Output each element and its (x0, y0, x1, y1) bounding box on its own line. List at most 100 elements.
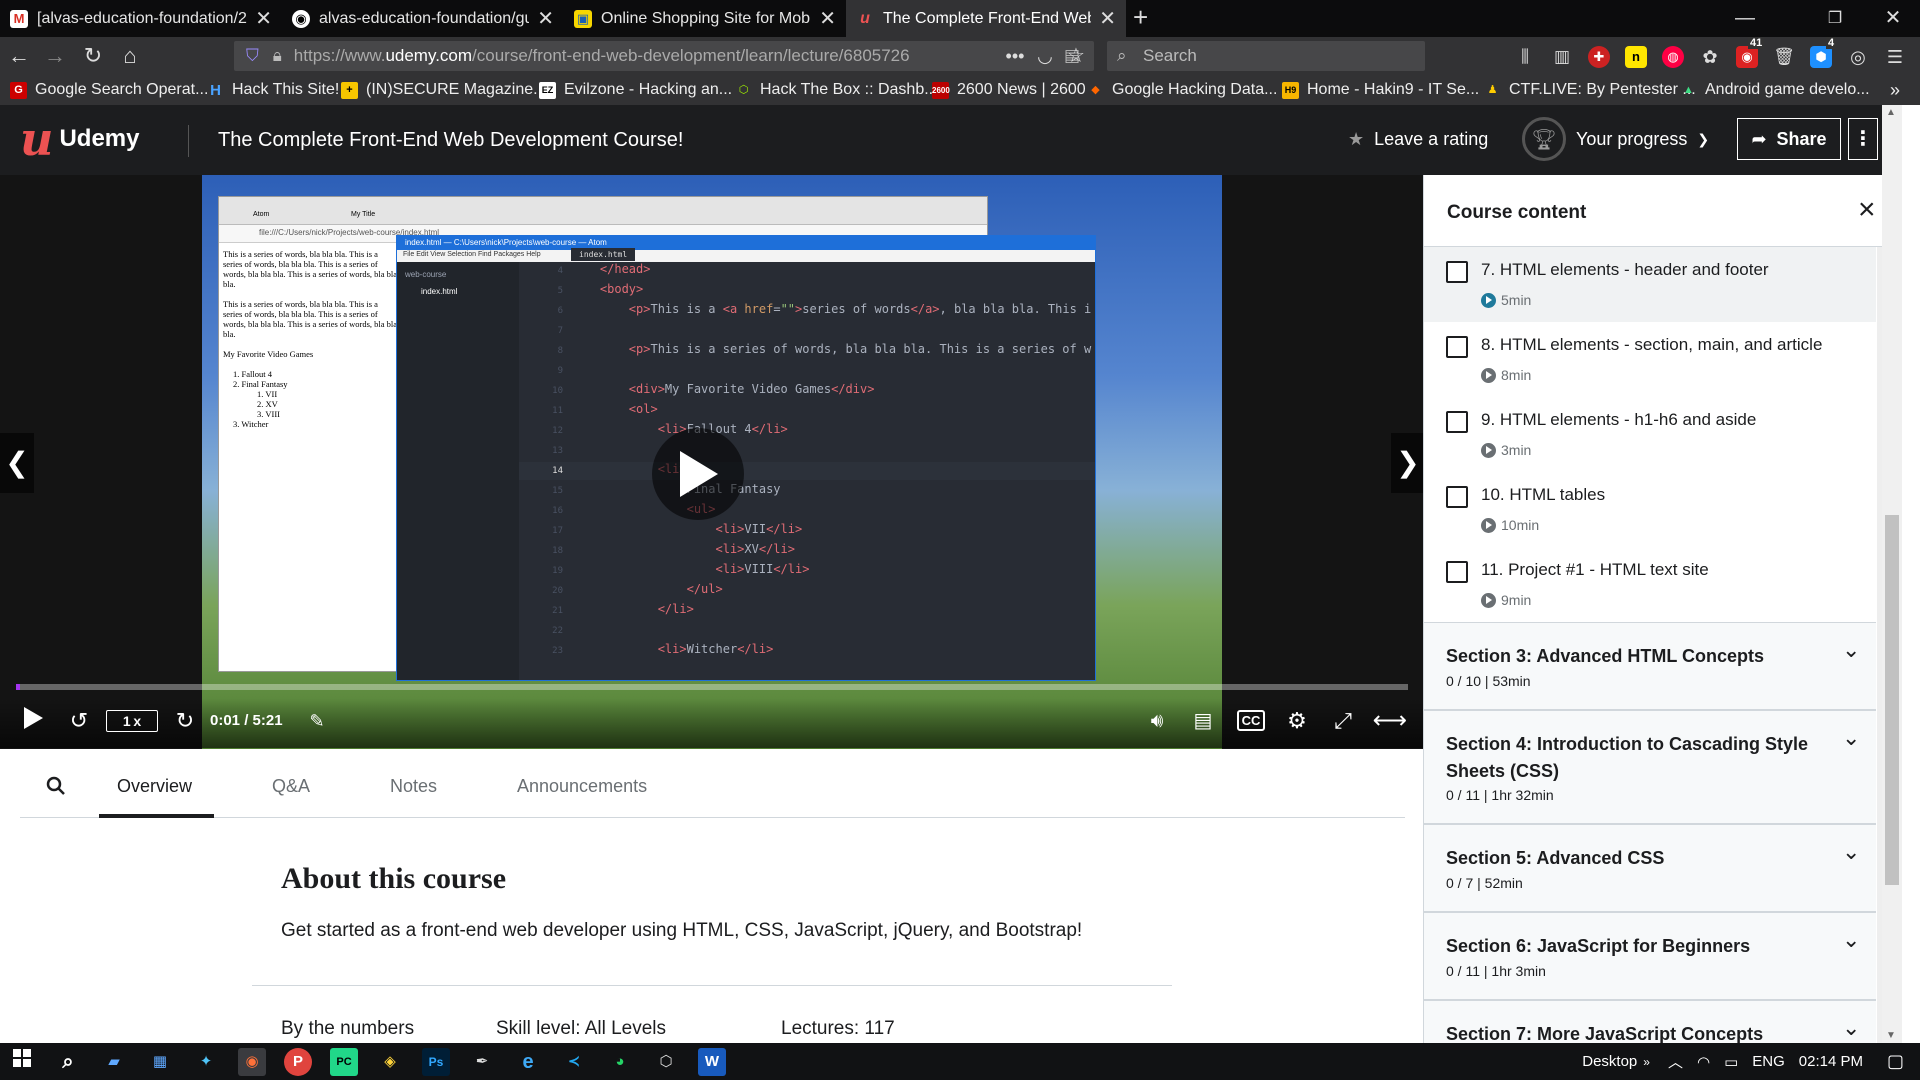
app-icon[interactable]: ⬡ (652, 1048, 680, 1076)
udemy-logo[interactable]: u Udemy (20, 116, 139, 162)
expand-width-icon[interactable]: ⟷ (1372, 706, 1408, 736)
play-button[interactable] (18, 706, 48, 736)
close-window-icon[interactable]: ✕ (1868, 0, 1918, 37)
windows-start-icon[interactable] (8, 1048, 36, 1076)
video-progress-bar[interactable] (16, 684, 1408, 690)
bookmark-item[interactable]: ⬡ Hack The Box :: Dashb... (735, 79, 938, 101)
whatsapp-icon[interactable]: ◕ (606, 1048, 634, 1076)
tab-notes[interactable]: Notes (390, 776, 437, 816)
back-icon[interactable]: ← (4, 41, 34, 71)
chevron-down-icon[interactable]: ⌄ (1842, 839, 1860, 865)
bookmark-item[interactable]: 2600 2600 News | 2600 (932, 79, 1086, 101)
sidebar-icon[interactable]: ▥ (1551, 46, 1573, 68)
browser-tab-udemy[interactable]: u The Complete Front-End Web D ✕ (846, 0, 1126, 37)
next-lecture-icon[interactable]: ❯ (1391, 433, 1425, 493)
lecture-checkbox[interactable] (1446, 411, 1468, 433)
close-tab-icon[interactable]: ✕ (255, 6, 272, 31)
extension-icon[interactable]: n (1625, 46, 1647, 68)
add-note-icon[interactable]: ✎ (302, 706, 332, 736)
extension-icon[interactable]: ⬢ (1810, 46, 1832, 68)
playback-rate-button[interactable]: 1 x (106, 710, 158, 732)
chevron-down-icon[interactable]: ⌄ (1842, 1015, 1860, 1041)
captions-icon[interactable]: CC (1236, 706, 1266, 736)
bookmark-item[interactable]: ♟ CTF.LIVE: By Pentester ... (1484, 79, 1696, 101)
lecture-checkbox[interactable] (1446, 486, 1468, 508)
page-scrollbar[interactable]: ▲ ▼ (1882, 105, 1902, 1043)
bookmarks-overflow-icon[interactable]: » (1890, 79, 1900, 101)
bookmark-star-icon[interactable]: ☆ (1061, 41, 1091, 71)
menu-icon[interactable]: ☰ (1884, 46, 1906, 68)
your-progress-button[interactable]: 🏆︎ Your progress ❯ (1522, 117, 1709, 161)
bookmark-item[interactable]: H Hack This Site! (207, 79, 339, 101)
section-header[interactable]: Section 5: Advanced CSS 0 / 7 | 52min ⌄ (1424, 824, 1876, 912)
section-header[interactable]: Section 3: Advanced HTML Concepts 0 / 10… (1424, 622, 1876, 710)
forward-icon[interactable]: → (40, 41, 70, 71)
rewind-icon[interactable]: ↺ (64, 706, 94, 736)
lecture-item[interactable]: 11. Project #1 - HTML text site 9min (1424, 547, 1876, 622)
show-hidden-icons[interactable]: ︿ (1668, 1051, 1683, 1072)
chevron-down-icon[interactable]: ⌄ (1842, 725, 1860, 751)
lecture-item[interactable]: 10. HTML tables 10min (1424, 472, 1876, 547)
bookmark-item[interactable]: G Google Search Operat... (10, 79, 208, 101)
browser-tab-github[interactable]: ◉ alvas-education-foundation/gu ✕ (282, 0, 564, 37)
edge-icon[interactable]: e (514, 1048, 542, 1076)
vscode-icon[interactable]: ≺ (560, 1048, 588, 1076)
section-header[interactable]: Section 6: JavaScript for Beginners 0 / … (1424, 912, 1876, 1000)
firefox-icon[interactable]: ◉ (238, 1048, 266, 1076)
word-icon[interactable]: W (698, 1048, 726, 1076)
address-bar[interactable]: ⛉ 🔒︎ https://www.udemy.com/course/front-… (234, 41, 1094, 71)
bookmark-item[interactable]: ◆ Google Hacking Data... (1087, 79, 1277, 101)
battery-icon[interactable]: ▭ (1724, 1053, 1738, 1071)
more-options-icon[interactable]: ⋮ (1848, 118, 1878, 160)
lecture-item[interactable]: 9. HTML elements - h1-h6 and aside 3min (1424, 397, 1876, 472)
browser-tab-shop[interactable]: ▣ Online Shopping Site for Mobi ✕ (564, 0, 846, 37)
notification-icon[interactable]: ◉ (1736, 46, 1758, 68)
bookmark-item[interactable]: + (IN)SECURE Magazine... (341, 79, 547, 101)
minimize-icon[interactable]: — (1720, 0, 1770, 37)
settings-gear-icon[interactable]: ⚙ (1282, 706, 1312, 736)
chevron-icon[interactable]: » (1643, 1055, 1650, 1069)
restore-icon[interactable]: ❐ (1810, 0, 1860, 37)
clock[interactable]: 02:14 PM (1799, 1053, 1863, 1070)
transcript-icon[interactable]: ▤ (1188, 706, 1218, 736)
extension-icon[interactable]: ✿ (1699, 46, 1721, 68)
volume-icon[interactable]: 🔊︎ (1140, 706, 1174, 736)
tab-overview[interactable]: Overview (117, 776, 192, 816)
chevron-down-icon[interactable]: ⌄ (1842, 927, 1860, 953)
sidebar-scrollbar[interactable] (1877, 247, 1882, 1043)
leave-rating-button[interactable]: ★ Leave a rating (1348, 129, 1488, 150)
close-tab-icon[interactable]: ✕ (1099, 6, 1116, 31)
scroll-down-icon[interactable]: ▼ (1886, 1030, 1896, 1041)
app-icon[interactable]: ◈ (376, 1048, 404, 1076)
app-icon[interactable]: ▦ (146, 1048, 174, 1076)
browser-tab-gmail[interactable]: M [alvas-education-foundation/2 ✕ (0, 0, 282, 37)
globe-icon[interactable]: ◎ (1847, 46, 1869, 68)
new-tab-icon[interactable]: + (1133, 0, 1157, 37)
bookmark-item[interactable]: EZ Evilzone - Hacking an... (539, 79, 732, 101)
close-tab-icon[interactable]: ✕ (819, 6, 836, 31)
app-icon[interactable]: P (284, 1048, 312, 1076)
app-icon[interactable]: ▰ (100, 1048, 128, 1076)
extension-icon[interactable]: ✚ (1588, 46, 1610, 68)
pocket-icon[interactable]: ◡ (1030, 41, 1060, 71)
course-title[interactable]: The Complete Front-End Web Development C… (218, 129, 683, 152)
library-icon[interactable]: ⫼ (1514, 46, 1536, 68)
fullscreen-icon[interactable]: ⤢ (1328, 706, 1358, 736)
lecture-checkbox[interactable] (1446, 561, 1468, 583)
page-actions-icon[interactable]: ••• (1000, 41, 1030, 71)
app-icon[interactable]: ✒ (468, 1048, 496, 1076)
play-overlay-button[interactable] (652, 428, 744, 520)
lecture-checkbox[interactable] (1446, 261, 1468, 283)
close-tab-icon[interactable]: ✕ (537, 6, 554, 31)
home-icon[interactable]: ⌂ (115, 41, 145, 71)
action-center-icon[interactable]: ▢ (1887, 1051, 1904, 1072)
pycharm-icon[interactable]: PC (330, 1048, 358, 1076)
close-icon[interactable]: × (1858, 193, 1876, 227)
photoshop-icon[interactable]: Ps (422, 1048, 450, 1076)
bookmark-item[interactable]: ▲ Android game develo... (1680, 79, 1870, 101)
language-indicator[interactable]: ENG (1752, 1053, 1785, 1070)
extension-icon[interactable]: ◍ (1662, 46, 1684, 68)
bookmark-item[interactable]: H9 Home - Hakin9 - IT Se... (1282, 79, 1479, 101)
section-header[interactable]: Section 7: More JavaScript Concepts ⌄ (1424, 1000, 1876, 1043)
reload-icon[interactable]: ↻ (78, 41, 108, 71)
